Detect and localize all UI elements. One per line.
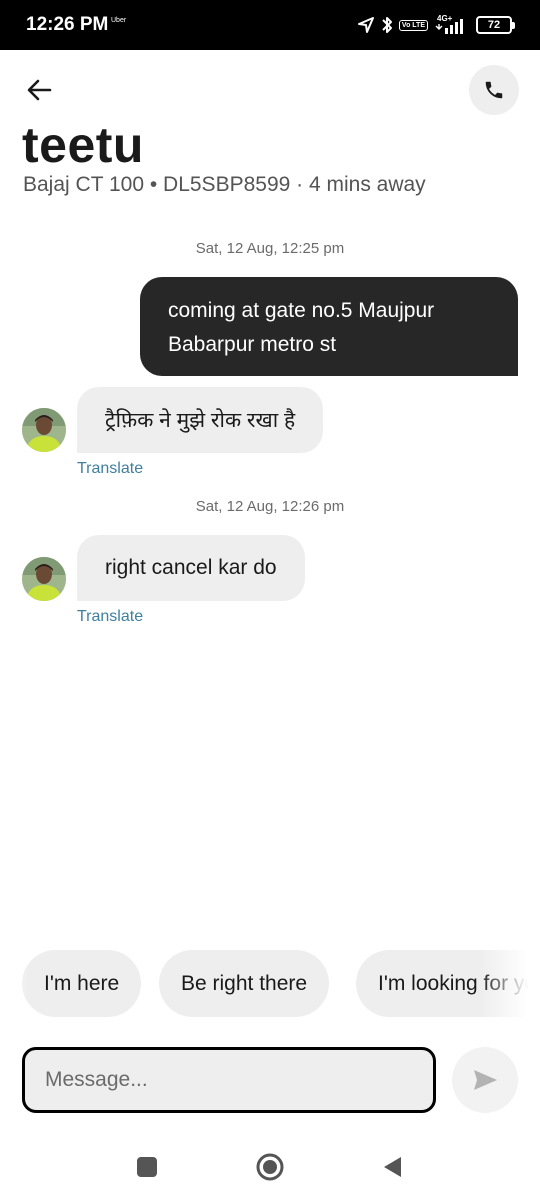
call-button[interactable] <box>469 65 519 115</box>
nav-home-button[interactable] <box>255 1152 285 1182</box>
send-icon <box>474 1070 497 1090</box>
status-bar: 12:26 PM Uber Vo LTE 4G+ 72 <box>0 0 540 50</box>
triangle-icon <box>384 1157 401 1177</box>
battery-icon: 72 <box>476 16 515 34</box>
message-timestamp: Sat, 12 Aug, 12:25 pm <box>195 240 345 257</box>
nav-back-button[interactable] <box>377 1152 407 1182</box>
translate-link[interactable]: Translate <box>77 460 143 478</box>
vehicle-info: Bajaj CT 100 • DL5SBP8599 · 4 mins away <box>23 173 426 196</box>
driver-name: teetu <box>22 117 144 173</box>
quick-replies: I'm here Be right there I'm looking for … <box>0 950 540 1018</box>
back-button[interactable] <box>20 72 58 108</box>
incoming-message: right cancel kar do <box>77 535 305 601</box>
status-app-label: Uber <box>111 17 127 24</box>
status-icons: Vo LTE 4G+ 72 <box>357 12 515 38</box>
send-button[interactable] <box>452 1047 518 1113</box>
nav-recents-button[interactable] <box>132 1152 162 1182</box>
driver-avatar[interactable] <box>22 408 66 452</box>
location-arrow-icon <box>357 16 375 34</box>
volte-badge: Vo LTE <box>398 19 428 31</box>
quick-reply-im-here[interactable]: I'm here <box>22 950 142 1017</box>
square-icon <box>137 1157 157 1177</box>
arrow-left-icon <box>27 79 52 101</box>
driver-avatar[interactable] <box>22 557 66 601</box>
outgoing-message: coming at gate no.5 Maujpur Babarpur met… <box>140 277 518 376</box>
message-timestamp: Sat, 12 Aug, 12:26 pm <box>195 498 345 515</box>
phone-icon <box>485 81 503 99</box>
quick-reply-be-right-there[interactable]: Be right there <box>159 950 330 1017</box>
scroll-fade <box>480 950 540 1018</box>
signal-icon: 4G+ <box>434 14 470 35</box>
bluetooth-icon <box>381 15 393 35</box>
status-time: 12:26 PM <box>26 14 109 35</box>
message-input[interactable] <box>22 1047 436 1113</box>
scroll-fade <box>0 950 28 1018</box>
translate-link[interactable]: Translate <box>77 608 143 626</box>
incoming-message: ट्रैफ़िक ने मुझे रोक रखा है <box>77 387 324 453</box>
circle-icon <box>256 1153 284 1181</box>
